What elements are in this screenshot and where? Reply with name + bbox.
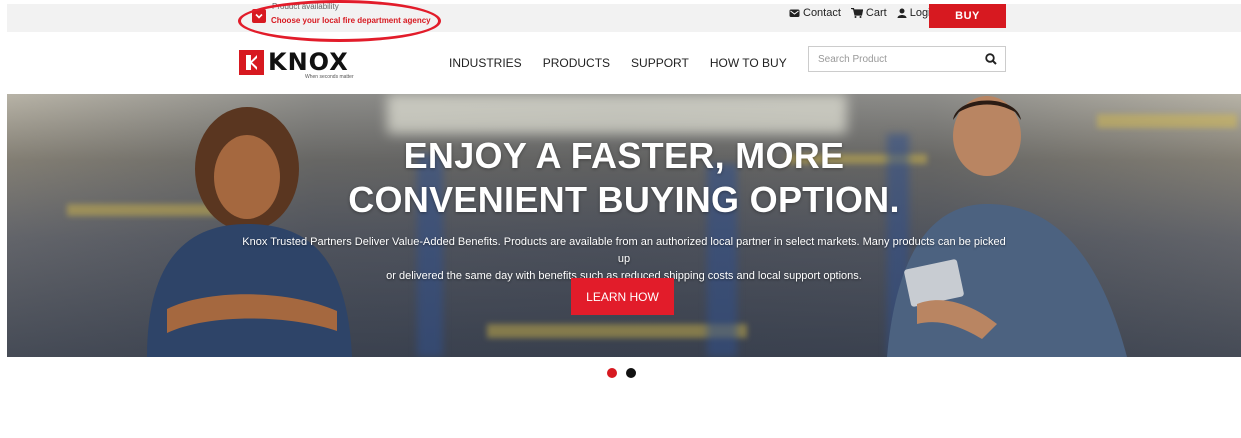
knox-logo-mark bbox=[239, 50, 264, 75]
highlight-annotation bbox=[238, 0, 441, 42]
ceiling-light bbox=[387, 94, 847, 134]
hero-title-line1: ENJOY A FASTER, MORE bbox=[403, 135, 845, 176]
utility-links: Contact Cart Login bbox=[789, 7, 947, 19]
main-nav: INDUSTRIES PRODUCTS SUPPORT HOW TO BUY bbox=[449, 56, 808, 70]
knox-logo[interactable]: KNOX When seconds matter bbox=[239, 48, 363, 80]
user-icon bbox=[897, 8, 907, 18]
search-icon[interactable] bbox=[985, 53, 997, 65]
utility-bar bbox=[7, 4, 1241, 32]
nav-item-how-to-buy[interactable]: HOW TO BUY bbox=[710, 56, 787, 70]
nav-item-products[interactable]: PRODUCTS bbox=[543, 56, 610, 70]
hero-title-line2: CONVENIENT BUYING OPTION. bbox=[348, 179, 900, 220]
hero-banner: ENJOY A FASTER, MORE CONVENIENT BUYING O… bbox=[7, 94, 1241, 357]
hero-title: ENJOY A FASTER, MORE CONVENIENT BUYING O… bbox=[7, 134, 1241, 222]
learn-how-button[interactable]: LEARN HOW bbox=[571, 278, 674, 315]
carousel-dot-2[interactable] bbox=[626, 368, 636, 378]
envelope-icon bbox=[789, 9, 800, 17]
brand-name: KNOX bbox=[268, 48, 349, 76]
brand-tagline: When seconds matter bbox=[305, 74, 354, 80]
nav-item-industries[interactable]: INDUSTRIES bbox=[449, 56, 522, 70]
cart-label: Cart bbox=[865, 7, 887, 19]
carousel-dot-1[interactable] bbox=[607, 368, 617, 378]
contact-label: Contact bbox=[803, 7, 841, 19]
search-box bbox=[808, 46, 1006, 72]
contact-link[interactable]: Contact bbox=[789, 7, 841, 19]
cart-link[interactable]: Cart bbox=[850, 7, 887, 19]
carousel-dots bbox=[607, 368, 645, 378]
buy-button[interactable]: BUY bbox=[929, 4, 1006, 28]
nav-item-support[interactable]: SUPPORT bbox=[631, 56, 689, 70]
hero-description-line1: Knox Trusted Partners Deliver Value-Adde… bbox=[242, 236, 1006, 265]
search-input[interactable] bbox=[809, 47, 979, 71]
cart-icon bbox=[850, 8, 863, 18]
